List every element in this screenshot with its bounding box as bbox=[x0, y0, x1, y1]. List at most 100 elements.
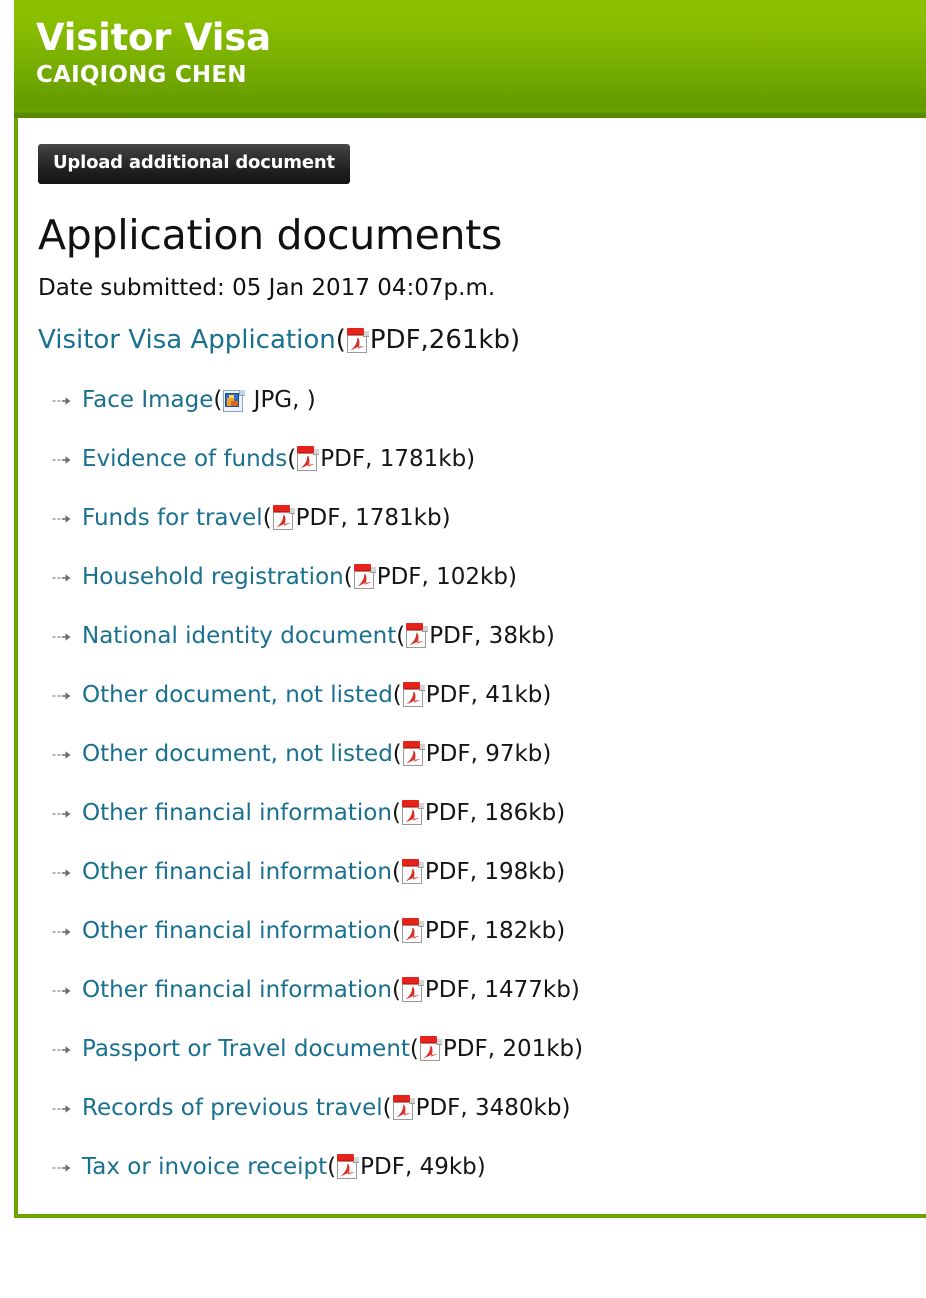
dashed-arrow-icon bbox=[52, 809, 71, 818]
dashed-arrow-icon bbox=[52, 632, 71, 641]
page-banner: Visitor Visa CAIQIONG CHEN bbox=[14, 0, 926, 118]
pdf-icon bbox=[419, 1036, 442, 1061]
list-item: Other financial information(PDF, 198kb) bbox=[38, 843, 926, 902]
list-item: Tax or invoice receipt(PDF, 49kb) bbox=[38, 1138, 926, 1197]
open-paren: ( bbox=[382, 1095, 392, 1121]
document-link[interactable]: Household registration bbox=[82, 564, 344, 590]
dashed-arrow-icon bbox=[52, 750, 71, 759]
document-link[interactable]: Funds for travel bbox=[82, 505, 263, 531]
close-paren: ) bbox=[556, 918, 566, 944]
list-item: Funds for travel( PDF, 1781kb) bbox=[38, 489, 926, 548]
dashed-arrow-icon bbox=[52, 1104, 71, 1113]
list-item: Other document, not listed( PDF, 41kb) bbox=[38, 666, 926, 725]
document-meta: PDF, 1781kb bbox=[320, 446, 467, 472]
document-link[interactable]: Other document, not listed bbox=[82, 682, 393, 708]
pdf-icon bbox=[297, 446, 320, 471]
open-paren: ( bbox=[335, 325, 346, 355]
open-paren: ( bbox=[343, 564, 353, 590]
pdf-icon bbox=[401, 977, 424, 1002]
jpg-icon bbox=[223, 387, 246, 412]
open-paren: ( bbox=[391, 918, 401, 944]
application-documents-page: Visitor Visa CAIQIONG CHEN Upload additi… bbox=[0, 0, 926, 1298]
document-meta: PDF, 97kb bbox=[425, 741, 543, 767]
dashed-arrow-icon bbox=[52, 868, 71, 877]
document-link[interactable]: Other document, not listed bbox=[82, 741, 393, 767]
pdf-icon bbox=[392, 1095, 415, 1120]
pdf-icon bbox=[353, 564, 376, 589]
document-link[interactable]: Other financial information bbox=[82, 859, 392, 885]
upload-additional-document-button[interactable]: Upload additional document bbox=[38, 144, 350, 184]
document-link[interactable]: Other financial information bbox=[82, 918, 392, 944]
list-item: Records of previous travel( PDF, 3480kb) bbox=[38, 1079, 926, 1138]
close-paren: ) bbox=[556, 800, 566, 826]
open-paren: ( bbox=[213, 387, 223, 413]
document-meta: PDF, 186kb bbox=[424, 800, 557, 826]
list-item: National identity document(PDF, 38kb) bbox=[38, 607, 926, 666]
date-submitted: Date submitted: 05 Jan 2017 04:07p.m. bbox=[38, 275, 496, 301]
close-paren: ) bbox=[507, 564, 517, 590]
document-link[interactable]: Other financial information bbox=[82, 977, 392, 1003]
close-paren: ) bbox=[441, 505, 451, 531]
list-item: Other financial information(PDF, 186kb) bbox=[38, 784, 926, 843]
document-link[interactable]: Face Image bbox=[82, 387, 213, 413]
close-paren: ) bbox=[466, 446, 476, 472]
pdf-icon bbox=[401, 918, 424, 943]
dashed-arrow-icon bbox=[52, 691, 71, 700]
pdf-icon bbox=[337, 1154, 360, 1179]
document-meta: PDF, 1781kb bbox=[295, 505, 442, 531]
open-paren: ( bbox=[409, 1036, 419, 1062]
open-paren: ( bbox=[391, 977, 401, 1003]
primary-document-meta: PDF,261kb bbox=[369, 325, 510, 355]
document-meta: PDF, 182kb bbox=[424, 918, 557, 944]
list-item: Evidence of funds(PDF, 1781kb) bbox=[38, 430, 926, 489]
pdf-icon bbox=[402, 682, 425, 707]
pdf-icon bbox=[402, 741, 425, 766]
banner-title: Visitor Visa bbox=[36, 16, 271, 59]
pdf-icon bbox=[401, 800, 424, 825]
document-link[interactable]: Other financial information bbox=[82, 800, 392, 826]
open-paren: ( bbox=[392, 682, 402, 708]
close-paren: ) bbox=[561, 1095, 571, 1121]
document-meta: PDF, 1477kb bbox=[424, 977, 571, 1003]
dashed-arrow-icon bbox=[52, 396, 71, 405]
list-item: Passport or Travel document(PDF, 201kb) bbox=[38, 1020, 926, 1079]
close-paren: ) bbox=[509, 325, 521, 355]
list-item: Other document, not listed(PDF, 97kb) bbox=[38, 725, 926, 784]
dashed-arrow-icon bbox=[52, 514, 71, 523]
close-paren: ) bbox=[306, 387, 316, 413]
dashed-arrow-icon bbox=[52, 573, 71, 582]
document-link[interactable]: Passport or Travel document bbox=[82, 1036, 410, 1062]
close-paren: ) bbox=[556, 859, 566, 885]
application-document-list: Face Image( JPG, ) Evidence of funds(PDF… bbox=[38, 371, 926, 1197]
open-paren: ( bbox=[392, 741, 402, 767]
document-link[interactable]: National identity document bbox=[82, 623, 396, 649]
document-link[interactable]: Tax or invoice receipt bbox=[82, 1154, 327, 1180]
banner-applicant-name: CAIQIONG CHEN bbox=[36, 62, 247, 88]
content-panel: Upload additional document Application d… bbox=[14, 118, 926, 1218]
list-item: Other financial information( PDF, 1477kb) bbox=[38, 961, 926, 1020]
document-meta: PDF, 49kb bbox=[360, 1154, 477, 1180]
dashed-arrow-icon bbox=[52, 986, 71, 995]
close-paren: ) bbox=[570, 977, 580, 1003]
primary-document-row: Visitor Visa Application( PDF,261kb) bbox=[38, 323, 926, 357]
open-paren: ( bbox=[262, 505, 272, 531]
pdf-icon bbox=[406, 623, 429, 648]
dashed-arrow-icon bbox=[52, 927, 71, 936]
close-paren: ) bbox=[545, 623, 555, 649]
dashed-arrow-icon bbox=[52, 455, 71, 464]
document-link[interactable]: Evidence of funds bbox=[82, 446, 287, 472]
document-meta: PDF, 38kb bbox=[429, 623, 546, 649]
document-link[interactable]: Records of previous travel bbox=[82, 1095, 383, 1121]
document-meta: PDF, 3480kb bbox=[415, 1095, 562, 1121]
list-item: Face Image( JPG, ) bbox=[38, 371, 926, 430]
close-paren: ) bbox=[542, 682, 552, 708]
pdf-icon bbox=[401, 859, 424, 884]
list-item: Other financial information( PDF, 182kb) bbox=[38, 902, 926, 961]
primary-document-link[interactable]: Visitor Visa Application bbox=[38, 325, 336, 355]
page-title: Application documents bbox=[38, 211, 503, 259]
dashed-arrow-icon bbox=[52, 1045, 71, 1054]
document-meta: JPG, bbox=[246, 387, 307, 413]
close-paren: ) bbox=[476, 1154, 486, 1180]
close-paren: ) bbox=[574, 1036, 584, 1062]
document-meta: PDF, 41kb bbox=[425, 682, 543, 708]
